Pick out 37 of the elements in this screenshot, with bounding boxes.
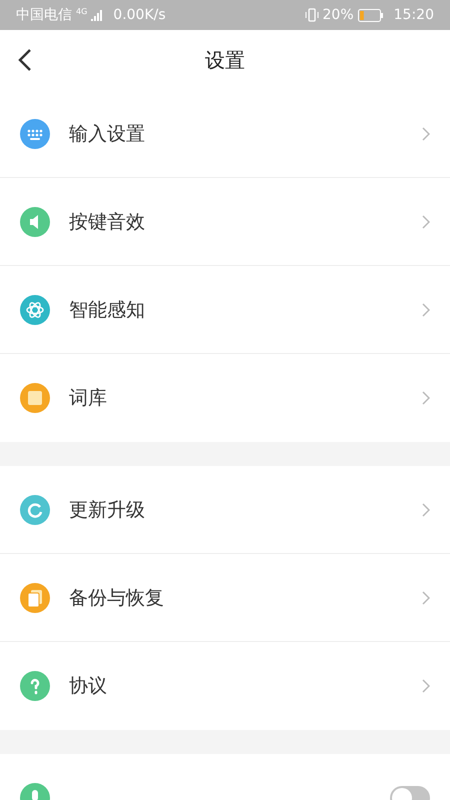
battery-percent: 20%	[322, 7, 354, 23]
settings-row[interactable]: 备份与恢复	[0, 554, 450, 642]
row-label: 输入设置	[69, 122, 146, 146]
settings-row[interactable]: 词库	[0, 354, 450, 442]
help-icon	[20, 671, 50, 701]
speaker-icon	[20, 206, 50, 236]
settings-row[interactable]: 按键音效	[0, 178, 450, 266]
vibrate-icon	[304, 8, 319, 22]
row-label: 协议	[69, 674, 108, 699]
chevron-icon	[422, 214, 430, 228]
chevron-icon	[422, 679, 430, 693]
chevron-icon	[422, 590, 430, 604]
chevron-icon	[422, 302, 430, 316]
settings-row[interactable]: 智能感知	[0, 266, 450, 354]
settings-row[interactable]: 输入设置	[0, 90, 450, 178]
back-icon	[18, 48, 32, 72]
carrier-name: 中国电信	[16, 6, 72, 24]
backup-icon	[20, 582, 50, 612]
chevron-icon	[422, 502, 430, 516]
settings-row[interactable]: 协议	[0, 642, 450, 730]
chevron-icon	[422, 391, 430, 405]
page-title: 设置	[205, 46, 245, 74]
network-speed: 0.00K/s	[113, 7, 166, 23]
row-label: 备份与恢复	[69, 586, 165, 610]
dictionary-icon	[20, 383, 50, 413]
row-label: 词库	[69, 386, 108, 411]
atom-icon	[20, 294, 50, 324]
clock-time: 15:20	[394, 7, 434, 23]
settings-row[interactable]: 更新升级	[0, 466, 450, 554]
signal-icon	[91, 9, 104, 21]
row-label: 智能感知	[69, 298, 146, 322]
refresh-icon	[20, 494, 50, 524]
network-type: 4G	[76, 7, 88, 16]
chevron-icon	[422, 126, 430, 140]
row-label: 更新升级	[69, 498, 146, 522]
row-label: 按键音效	[69, 210, 146, 234]
keyboard-icon	[20, 118, 50, 148]
